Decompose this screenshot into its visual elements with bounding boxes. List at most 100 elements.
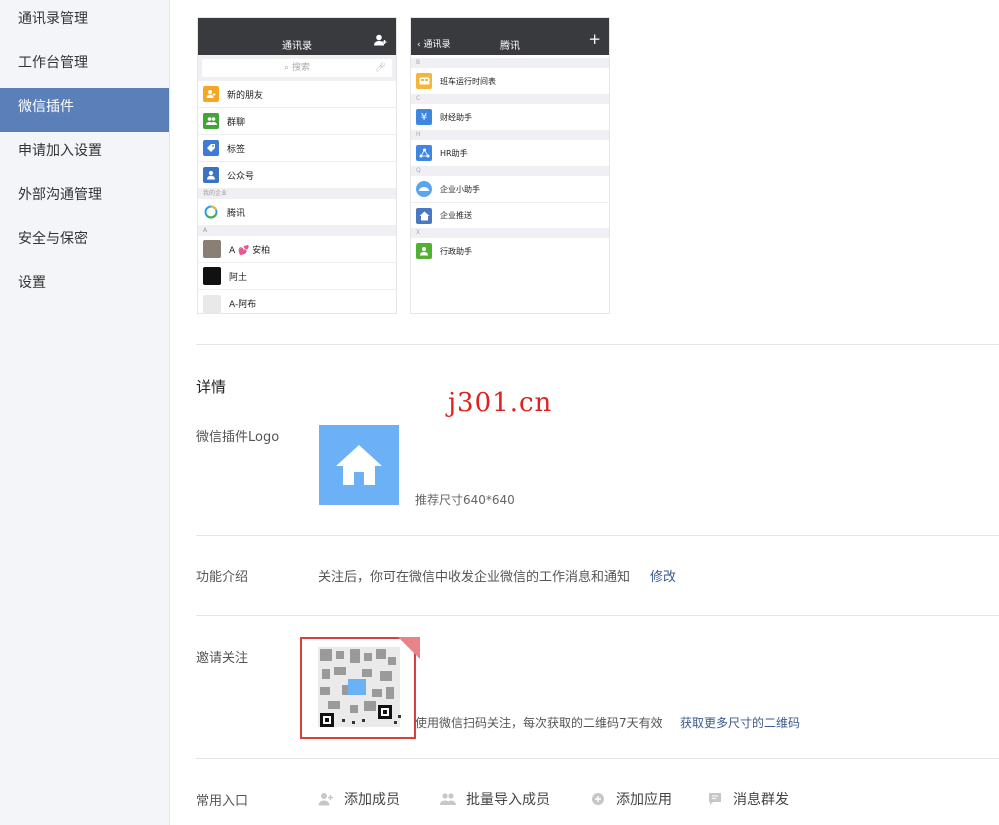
invite-label: 邀请关注 <box>196 651 249 666</box>
sidebar-item-security[interactable]: 安全与保密 <box>0 220 169 264</box>
sidebar-item-contacts[interactable]: 通讯录管理 <box>0 0 169 44</box>
entry-label: 添加成员 <box>344 792 400 808</box>
main-content: 通讯录 ⌕ 搜索 🎤︎ 新的朋友 群聊 标签 公众号 我的企业 腾讯 A A 💕… <box>170 0 999 825</box>
list-item: HR助手 <box>411 140 609 166</box>
home-icon <box>336 445 382 485</box>
list-item: 企业推送 <box>411 202 609 228</box>
sidebar-item-external-comm[interactable]: 外部沟通管理 <box>0 176 169 220</box>
list-item: 班车运行时间表 <box>411 68 609 94</box>
intro-label: 功能介绍 <box>196 570 249 585</box>
assistant-icon <box>416 181 432 197</box>
new-friend-icon <box>203 86 219 102</box>
search-placeholder: 搜索 <box>291 63 310 73</box>
phone-search: ⌕ 搜索 🎤︎ <box>198 55 396 81</box>
sidebar: 通讯录管理 工作台管理 微信插件 申请加入设置 外部沟通管理 安全与保密 设置 <box>0 0 170 825</box>
list-item: 行政助手 <box>411 238 609 264</box>
list-item-label: 标签 <box>227 144 246 155</box>
tencent-logo-icon <box>203 204 219 220</box>
list-item: A-阿布 <box>198 290 396 313</box>
search-icon: ⌕ <box>284 63 292 73</box>
plugin-logo[interactable] <box>319 425 399 505</box>
home-icon <box>416 207 432 224</box>
list-item-label: 腾讯 <box>227 208 246 219</box>
sidebar-item-join-settings[interactable]: 申请加入设置 <box>0 132 169 176</box>
edit-intro-link[interactable]: 修改 <box>650 566 676 585</box>
list-item-label: 行政助手 <box>440 246 472 256</box>
section-header: C <box>411 94 609 104</box>
list-item-label: 企业推送 <box>440 211 472 220</box>
watermark: j301.cn <box>448 388 553 418</box>
intro-text: 关注后，你可在微信中收发企业微信的工作消息和通知 <box>318 570 631 585</box>
broadcast-message-button[interactable]: 消息群发 <box>707 789 789 809</box>
divider <box>196 758 999 759</box>
batch-import-button[interactable]: 批量导入成员 <box>440 789 550 809</box>
logo-label: 微信插件Logo <box>196 430 280 445</box>
avatar <box>203 294 221 313</box>
admin-icon <box>416 243 432 259</box>
section-header: X <box>411 228 609 238</box>
phone-title-bar: ‹ 通讯录 腾讯 + <box>411 18 609 55</box>
more-qr-sizes-link[interactable]: 获取更多尺寸的二维码 <box>680 714 800 731</box>
list-item-label: 班车运行时间表 <box>440 76 496 86</box>
avatar <box>203 267 221 285</box>
sidebar-item-settings[interactable]: 设置 <box>0 264 169 308</box>
list-item-label: 新的朋友 <box>227 90 264 101</box>
divider <box>196 344 999 345</box>
section-header: A <box>198 226 396 236</box>
phone-preview-enterprise: ‹ 通讯录 腾讯 + B 班车运行时间表 C ¥ 财经助手 H HR助手 Q 企… <box>410 17 610 314</box>
list-item-label: 企业小助手 <box>440 184 480 194</box>
list-item-label: A-阿布 <box>229 300 257 310</box>
section-header: Q <box>411 166 609 176</box>
entry-label: 添加应用 <box>616 792 672 808</box>
section-header: H <box>411 130 609 140</box>
divider <box>196 535 999 536</box>
phone-preview-contacts: 通讯录 ⌕ 搜索 🎤︎ 新的朋友 群聊 标签 公众号 我的企业 腾讯 A A 💕… <box>197 17 397 314</box>
list-item: A 💕 安柏 <box>198 236 396 263</box>
section-header: B <box>411 58 609 68</box>
phone-search-box: ⌕ 搜索 🎤︎ <box>202 59 392 77</box>
section-header: 我的企业 <box>198 189 396 199</box>
list-item: ¥ 财经助手 <box>411 104 609 130</box>
list-item-label: 阿土 <box>229 272 248 283</box>
list-item: 群聊 <box>198 108 396 135</box>
add-user-icon <box>318 791 334 807</box>
add-member-button[interactable]: 添加成员 <box>318 789 400 809</box>
sidebar-item-wechat-plugin[interactable]: 微信插件 <box>0 88 169 132</box>
avatar <box>203 240 221 258</box>
phone-title-bar: 通讯录 <box>198 18 396 55</box>
phone-title: 腾讯 <box>500 41 520 52</box>
list-item: 阿土 <box>198 263 396 290</box>
list-item-label: 群聊 <box>227 117 246 128</box>
entry-label: 批量导入成员 <box>466 792 550 808</box>
message-icon <box>707 791 723 807</box>
list-item: 公众号 <box>198 162 396 189</box>
section-title: 详情 <box>196 378 227 396</box>
list-item-label: HR助手 <box>440 148 468 158</box>
group-chat-icon <box>203 113 219 129</box>
finance-icon: ¥ <box>416 109 432 125</box>
bus-schedule-icon <box>416 73 432 89</box>
list-item-label: A 💕 安柏 <box>229 245 271 256</box>
entries-label: 常用入口 <box>196 794 249 809</box>
list-item: 企业小助手 <box>411 176 609 202</box>
sidebar-item-workbench[interactable]: 工作台管理 <box>0 44 169 88</box>
tag-icon <box>203 140 219 156</box>
users-icon <box>440 791 456 807</box>
list-item: 腾讯 <box>198 199 396 226</box>
entry-label: 消息群发 <box>733 792 789 808</box>
add-contact-icon <box>374 34 388 50</box>
logo-size-hint: 推荐尺寸640*640 <box>415 493 515 507</box>
add-app-button[interactable]: 添加应用 <box>590 789 672 809</box>
phone-title: 通讯录 <box>282 41 312 52</box>
corner-badge-icon <box>398 637 420 659</box>
invite-text: 使用微信扫码关注，每次获取的二维码7天有效 <box>415 716 663 730</box>
divider <box>196 615 999 616</box>
list-item-label: 公众号 <box>227 171 255 182</box>
plus-circle-icon <box>590 791 606 807</box>
list-item: 新的朋友 <box>198 81 396 108</box>
list-item-label: 财经助手 <box>440 112 472 122</box>
official-account-icon <box>203 167 219 183</box>
plus-icon: + <box>588 30 601 48</box>
microphone-icon: 🎤︎ <box>374 63 386 73</box>
list-item: 标签 <box>198 135 396 162</box>
